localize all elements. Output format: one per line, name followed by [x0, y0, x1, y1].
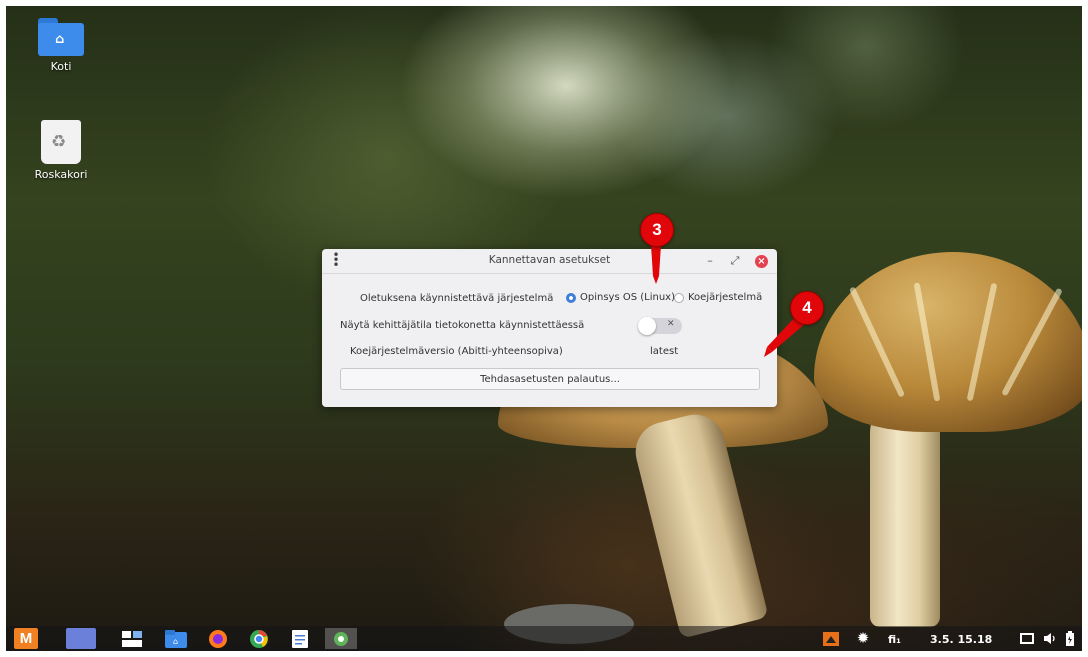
network-status-icon[interactable] — [822, 628, 840, 649]
chrome-icon[interactable] — [247, 628, 271, 649]
firefox-icon[interactable] — [206, 628, 230, 649]
callout-badge-3: 3 — [640, 213, 674, 247]
volume-icon[interactable] — [1042, 628, 1056, 649]
app-menu-icon[interactable]: M — [14, 628, 38, 649]
callout-3-arrow — [651, 245, 661, 276]
callout-badge-4: 4 — [790, 291, 824, 325]
window-overview-icon[interactable] — [121, 628, 143, 649]
clock[interactable]: 3.5. 15.18 — [930, 633, 992, 646]
callout-arrows — [651, 245, 806, 357]
battery-icon[interactable] — [1064, 628, 1076, 649]
display-icon[interactable] — [1020, 628, 1034, 649]
file-manager-icon[interactable]: ⌂ — [164, 628, 188, 649]
workspace-switcher-icon[interactable] — [66, 628, 96, 649]
active-settings-window-button[interactable] — [325, 628, 357, 649]
callout-3-arrow-tip — [653, 276, 659, 284]
keyboard-layout-indicator[interactable]: fi₁ — [888, 633, 901, 646]
svg-text:⌂: ⌂ — [173, 637, 178, 646]
text-editor-icon[interactable] — [289, 628, 311, 649]
settings-gear-icon[interactable]: ✹ — [854, 628, 872, 649]
